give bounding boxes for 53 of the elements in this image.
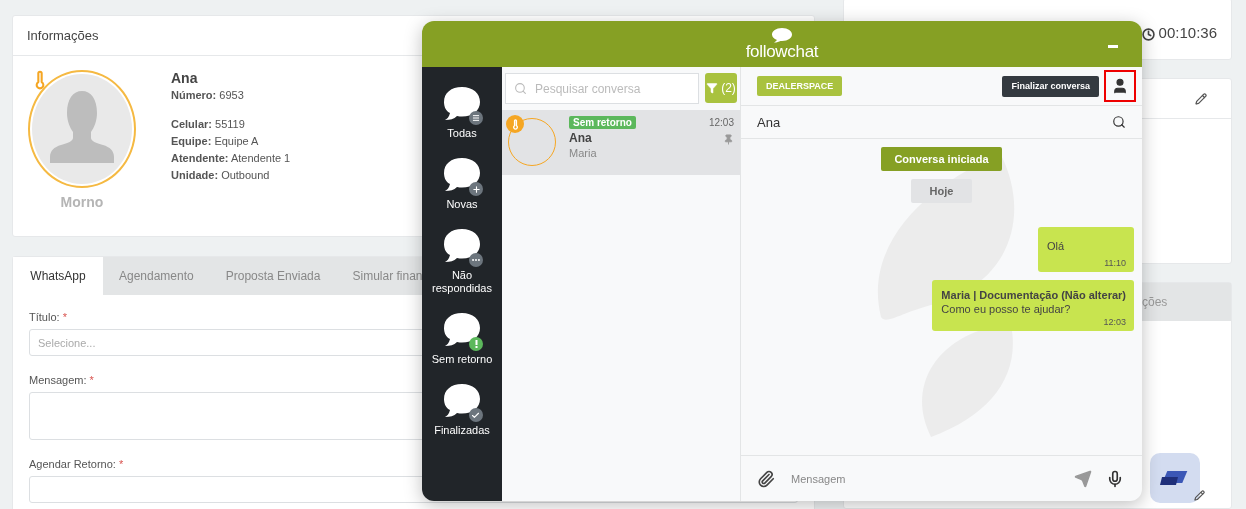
edit-icon[interactable] bbox=[1194, 490, 1205, 501]
microphone-icon[interactable] bbox=[1106, 469, 1124, 488]
message-time: 12:03 bbox=[1103, 317, 1126, 327]
edit-icon[interactable] bbox=[1195, 92, 1207, 105]
search-icon[interactable] bbox=[1112, 115, 1126, 129]
contact-name: Ana bbox=[757, 114, 781, 130]
message-time: 11:10 bbox=[1104, 258, 1126, 268]
chat-launcher-button[interactable] bbox=[1150, 453, 1200, 503]
unanswered-chat-icon bbox=[441, 227, 483, 267]
account-tag: DEALERSPACE bbox=[757, 76, 843, 96]
conversation-started-label: Conversa iniciada bbox=[881, 147, 1002, 171]
profile-button[interactable] bbox=[1104, 70, 1136, 102]
timer: 00:10:36 bbox=[1158, 24, 1217, 41]
date-label: Hoje bbox=[910, 179, 973, 203]
clock-icon bbox=[1141, 28, 1155, 41]
contact-name: Ana bbox=[171, 70, 199, 87]
conversation-agent: Maria bbox=[569, 147, 598, 159]
field-label: Agendar Retorno: * bbox=[29, 458, 125, 470]
search-icon bbox=[514, 82, 527, 95]
sidebar-nav-item[interactable]: Não respondidas bbox=[422, 227, 502, 295]
detail-line: Equipe: Equipe A bbox=[171, 134, 260, 149]
thermometer-icon bbox=[506, 115, 524, 133]
chat-list-icon bbox=[441, 85, 483, 125]
new-chat-icon bbox=[441, 156, 483, 196]
alert-chat-icon bbox=[441, 311, 483, 351]
detail-line: Unidade: Outbound bbox=[171, 168, 271, 183]
tab[interactable]: WhatsApp bbox=[13, 257, 103, 295]
detail-line: Atendente: Atendente 1 bbox=[171, 151, 291, 166]
message-text: Como eu posso te ajudar? bbox=[941, 303, 1072, 315]
conversation-item[interactable]: Sem retorno Ana Maria 12:03 bbox=[502, 110, 740, 175]
paperclip-icon[interactable] bbox=[757, 469, 775, 488]
message-sender: Maria | Documentação (Não alterar) bbox=[941, 289, 1126, 301]
conversation-time: 12:03 bbox=[708, 117, 734, 128]
finished-chat-icon bbox=[441, 382, 483, 422]
status-tag: Sem retorno bbox=[569, 116, 636, 129]
finish-conversation-button[interactable]: Finalizar conversa bbox=[1002, 75, 1099, 97]
followchat-logo: followchat bbox=[745, 27, 819, 61]
detail-line: Número: 6953 bbox=[171, 88, 245, 103]
temperature-label: Morno bbox=[60, 194, 104, 210]
conversation-name: Ana bbox=[569, 131, 593, 145]
sidebar-nav-item[interactable]: Novas bbox=[441, 156, 483, 211]
field-label: Mensagem: * bbox=[29, 374, 95, 386]
send-icon[interactable] bbox=[1074, 469, 1092, 488]
card-title: Informações bbox=[27, 28, 99, 43]
sidebar-nav-item[interactable]: Todas bbox=[441, 85, 483, 140]
message-input[interactable]: Mensagem bbox=[789, 471, 1060, 486]
field-label: Título: * bbox=[29, 311, 68, 323]
sidebar-nav-item[interactable]: Finalizadas bbox=[434, 382, 490, 437]
user-icon bbox=[1111, 77, 1129, 95]
detail-line: Celular: 55119 bbox=[171, 117, 246, 132]
search-field[interactable]: Pesquisar conversa bbox=[505, 73, 699, 104]
message-text: Olá bbox=[1047, 240, 1066, 252]
filter-icon bbox=[706, 82, 719, 94]
